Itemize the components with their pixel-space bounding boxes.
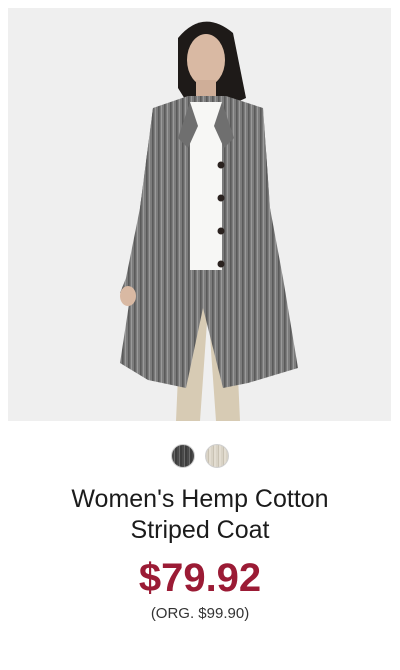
color-swatches: [0, 444, 400, 468]
swatch-gray-stripe[interactable]: [171, 444, 195, 468]
swatch-natural-stripe[interactable]: [205, 444, 229, 468]
original-price: (ORG. $99.90): [150, 605, 250, 622]
product-title[interactable]: Women's Hemp Cotton Striped Coat: [0, 484, 400, 546]
sale-price: $79.92: [138, 556, 262, 600]
product-card[interactable]: Women's Hemp Cotton Striped Coat $79.92 …: [0, 0, 400, 670]
product-image[interactable]: [8, 8, 391, 421]
